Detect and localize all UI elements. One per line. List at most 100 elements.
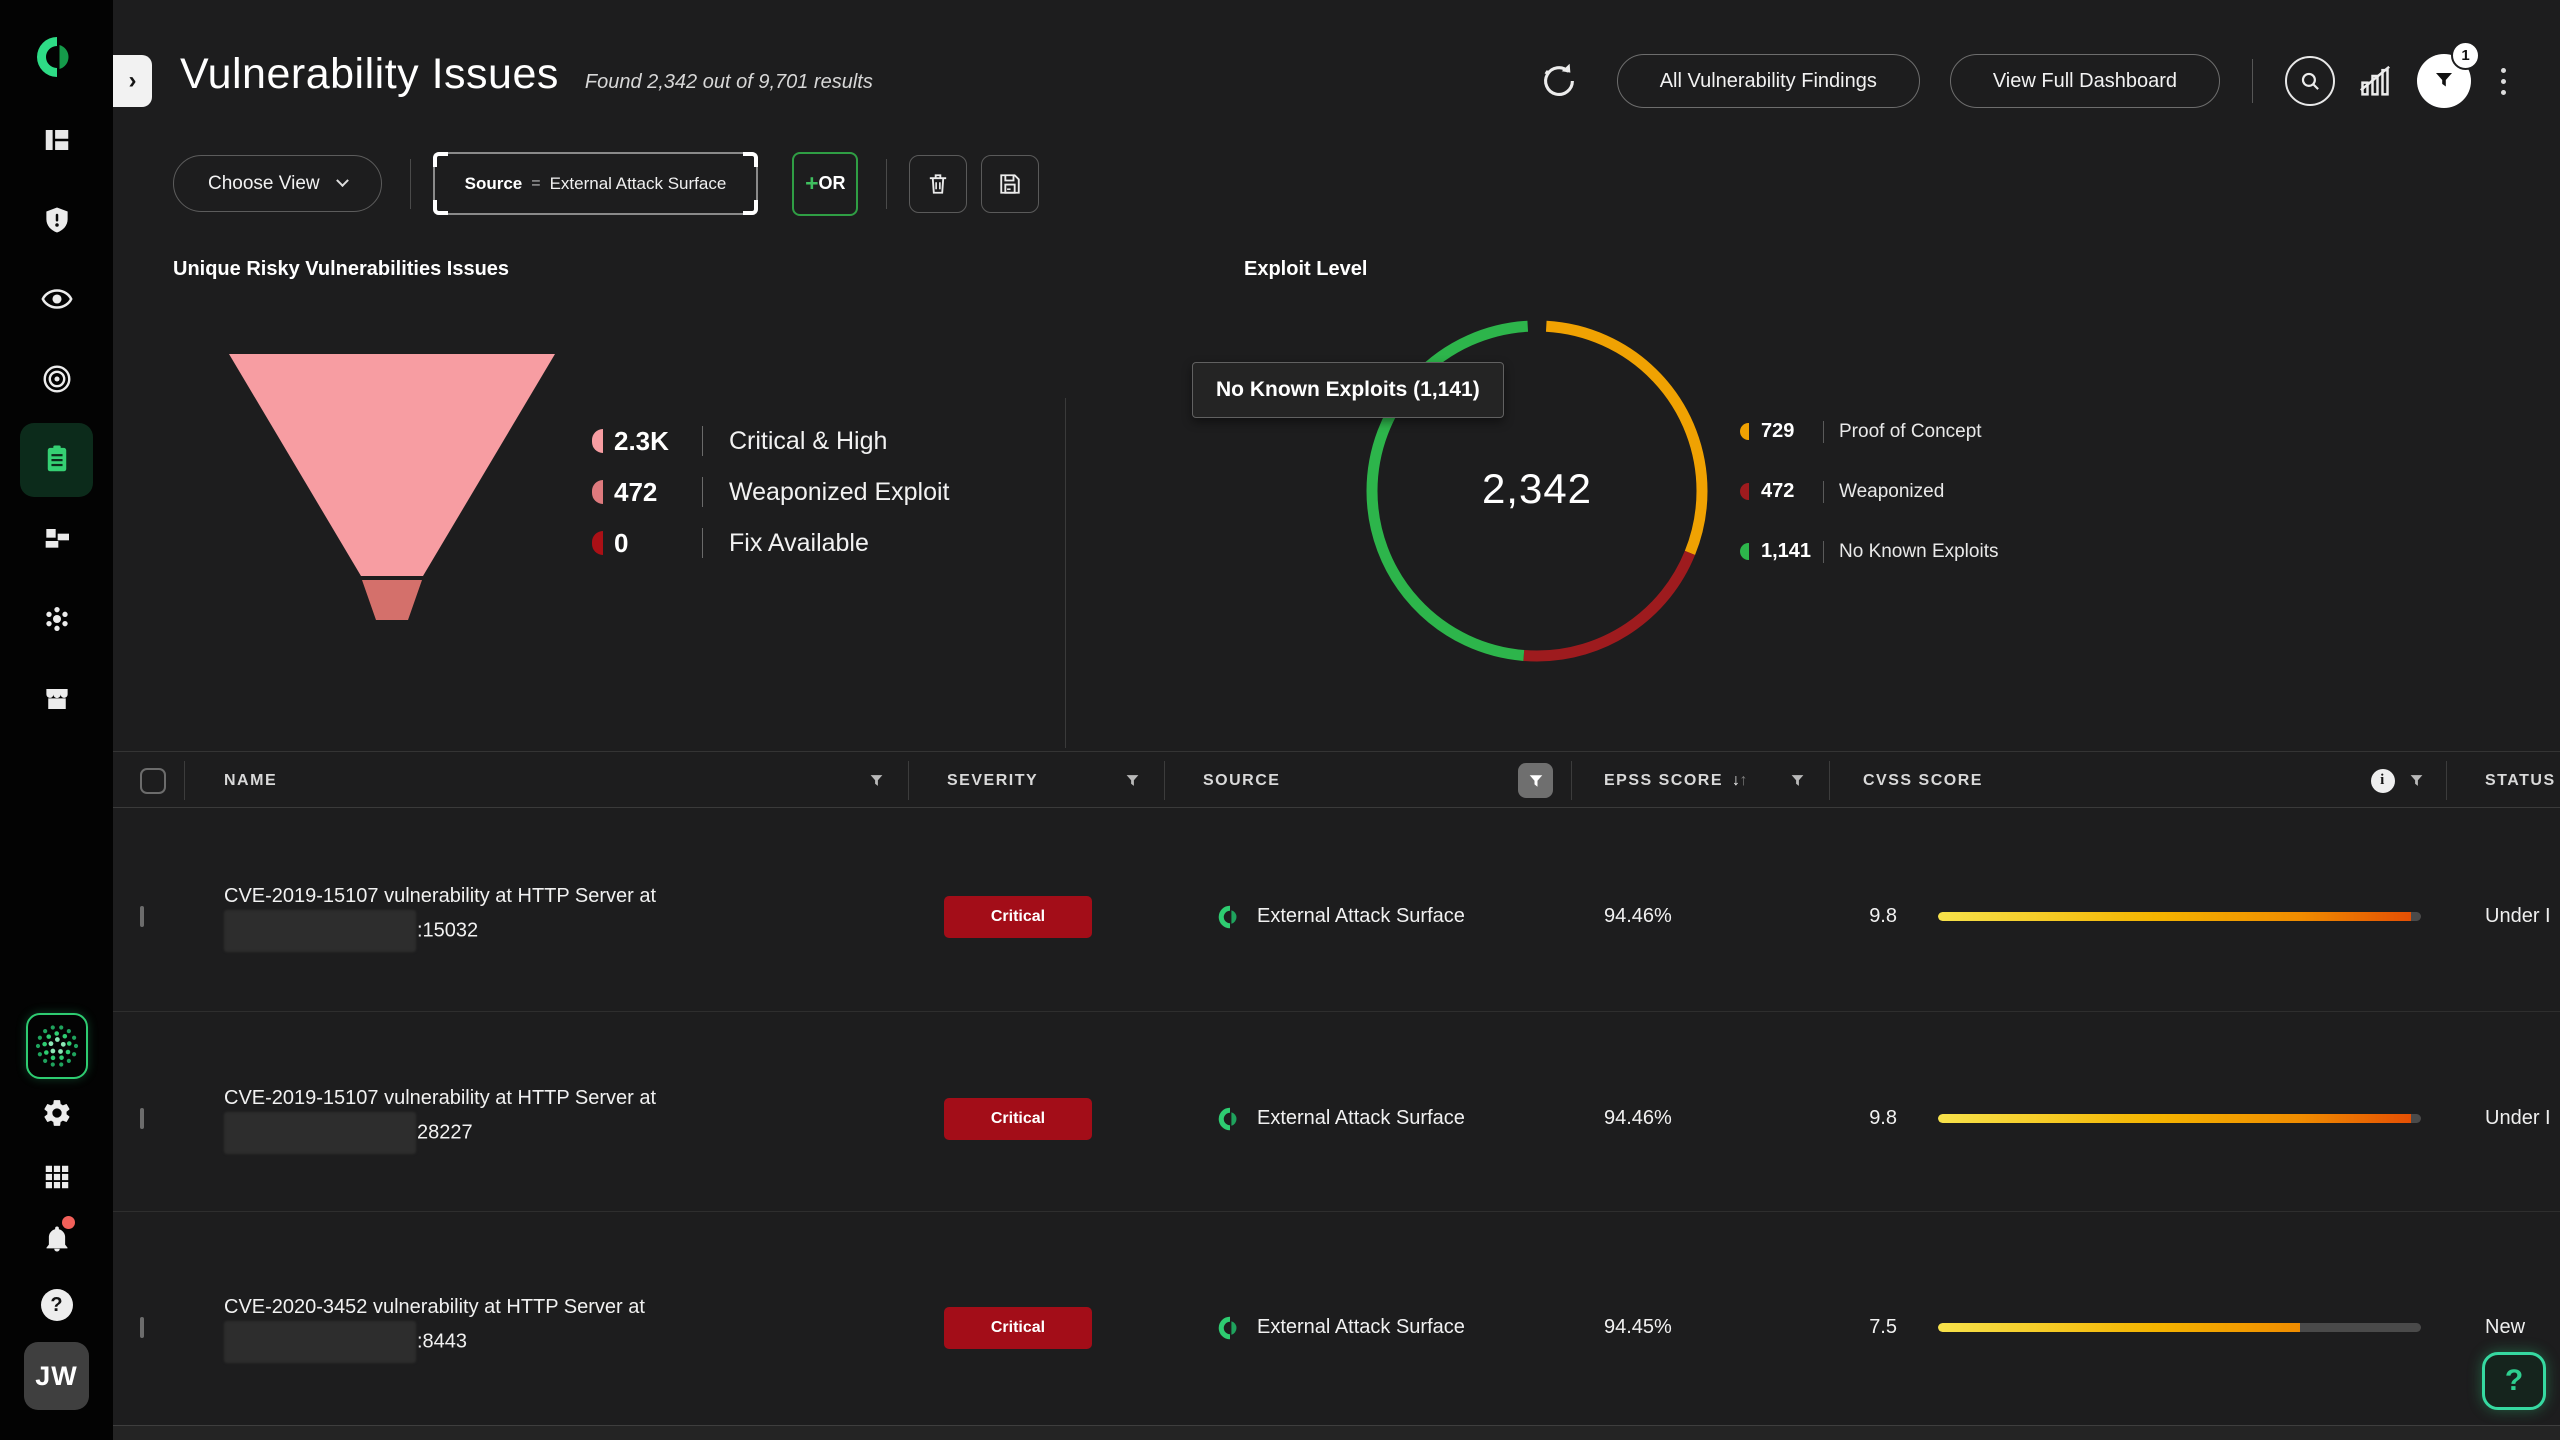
- page-header: Vulnerability Issues Found 2,342 out of …: [180, 50, 873, 99]
- analytics-button[interactable]: [2355, 61, 2395, 101]
- save-view-button[interactable]: [981, 155, 1039, 213]
- target-icon: [41, 363, 73, 395]
- chip-field: Source: [465, 174, 523, 194]
- vulnerability-name[interactable]: CVE-2019-15107 vulnerability at HTTP Ser…: [184, 882, 908, 952]
- add-or-condition-button[interactable]: +OR: [792, 152, 858, 216]
- filter-funnel-icon[interactable]: [2409, 773, 2424, 788]
- view-full-dashboard-button[interactable]: View Full Dashboard: [1950, 54, 2220, 108]
- cvss-score: 7.5: [1829, 1316, 1897, 1339]
- user-avatar[interactable]: JW: [24, 1342, 89, 1410]
- column-header-severity[interactable]: SEVERITY: [908, 752, 1164, 809]
- epss-score: 94.45%: [1571, 1316, 1829, 1339]
- sidebar-item-help[interactable]: ?: [0, 1278, 113, 1332]
- table-row[interactable]: CVE-2019-15107 vulnerability at HTTP Ser…: [113, 808, 2560, 1012]
- shield-alert-icon: [42, 205, 72, 235]
- sidebar-item-notifications[interactable]: [0, 1212, 113, 1266]
- filter-bar-divider: [410, 159, 411, 209]
- sidebar-item-apps[interactable]: [0, 1150, 113, 1204]
- sidebar-item-visibility[interactable]: [0, 272, 113, 326]
- legend-item: 0 Fix Available: [592, 526, 950, 560]
- funnel-segment-top: [229, 354, 555, 576]
- vulnerability-name[interactable]: CVE-2019-15107 vulnerability at HTTP Ser…: [184, 1084, 908, 1154]
- chip-value: External Attack Surface: [550, 174, 727, 194]
- legend-marker: [1740, 483, 1749, 500]
- filter-funnel-icon[interactable]: [1790, 773, 1805, 788]
- vulnerability-name[interactable]: CVE-2020-3452 vulnerability at HTTP Serv…: [184, 1293, 908, 1363]
- chip-operator: =: [531, 175, 540, 193]
- gear-icon: [41, 1097, 73, 1129]
- row-checkbox[interactable]: [140, 1108, 144, 1129]
- cvss-score: 9.8: [1829, 905, 1897, 928]
- filter-funnel-icon[interactable]: [869, 773, 884, 788]
- refresh-button[interactable]: [1537, 59, 1581, 103]
- bottom-scrollbar-track[interactable]: [113, 1425, 2560, 1440]
- plus-icon: +: [805, 170, 818, 197]
- redacted-host: [224, 910, 416, 952]
- sidebar-item-dashboard[interactable]: [0, 113, 113, 167]
- chevron-down-icon: [336, 174, 349, 187]
- select-all-cell: [113, 752, 184, 809]
- filter-funnel-icon[interactable]: [1125, 773, 1140, 788]
- brand-logo[interactable]: [0, 30, 113, 84]
- save-icon: [996, 170, 1024, 198]
- sidebar-item-scan[interactable]: [26, 1013, 88, 1079]
- refresh-icon: [1537, 59, 1581, 103]
- help-widget-button[interactable]: ?: [2482, 1352, 2546, 1410]
- status-label: Under I: [2446, 1107, 2560, 1130]
- sidebar-item-assets[interactable]: [0, 512, 113, 566]
- cvss-score: 9.8: [1829, 1107, 1897, 1130]
- column-header-epss[interactable]: EPSS SCORE ↓ ↑: [1571, 752, 1829, 809]
- row-checkbox[interactable]: [140, 1317, 144, 1338]
- row-checkbox[interactable]: [140, 906, 144, 927]
- sidebar-item-focus[interactable]: [0, 352, 113, 406]
- sidebar-item-settings[interactable]: [0, 1086, 113, 1140]
- status-label: New: [2446, 1316, 2560, 1339]
- sidebar-item-integrations[interactable]: [0, 592, 113, 646]
- status-label: Under I: [2446, 905, 2560, 928]
- exploit-level-title: Exploit Level: [1244, 258, 1367, 281]
- active-filter-button[interactable]: [1518, 763, 1553, 798]
- source-label: External Attack Surface: [1257, 1107, 1465, 1130]
- legend-item: 729 Proof of Concept: [1740, 418, 1998, 445]
- legend-marker: [592, 531, 603, 555]
- sidebar-item-risk[interactable]: [0, 193, 113, 247]
- column-header-cvss[interactable]: CVSS SCORE i: [1829, 752, 2446, 809]
- sort-indicator[interactable]: ↓ ↑: [1732, 772, 1749, 790]
- network-nodes-icon: [41, 603, 73, 635]
- column-header-source[interactable]: SOURCE: [1164, 752, 1571, 809]
- funnel-segment-bottom: [362, 580, 422, 620]
- filters-button[interactable]: 1: [2417, 54, 2471, 108]
- sidebar-item-marketplace[interactable]: [0, 672, 113, 726]
- all-vulnerability-findings-button[interactable]: All Vulnerability Findings: [1617, 54, 1920, 108]
- filter-icon: [2432, 69, 2456, 93]
- more-menu-button[interactable]: [2497, 64, 2510, 99]
- legend-marker: [1740, 423, 1749, 440]
- info-icon[interactable]: i: [2371, 769, 2395, 793]
- filter-chip-source[interactable]: Source = External Attack Surface: [433, 152, 759, 215]
- external-attack-surface-icon: [1217, 904, 1243, 930]
- legend-marker: [592, 429, 603, 453]
- severity-badge: Critical: [944, 1098, 1092, 1140]
- chart-tooltip: No Known Exploits (1,141): [1192, 362, 1504, 418]
- table-row[interactable]: CVE-2019-15107 vulnerability at HTTP Ser…: [113, 1012, 2560, 1212]
- sidebar-item-vulnerabilities-active[interactable]: [0, 432, 113, 486]
- source-label: External Attack Surface: [1257, 905, 1465, 928]
- donut-legend: 729 Proof of Concept 472 Weaponized 1,14…: [1740, 418, 1998, 598]
- question-mark-icon: ?: [2505, 1364, 2523, 1398]
- choose-view-label: Choose View: [208, 173, 320, 195]
- external-attack-surface-icon: [1217, 1315, 1243, 1341]
- kebab-menu-icon: [2501, 68, 2506, 73]
- column-header-status[interactable]: STATUS: [2446, 752, 2560, 809]
- sidebar-expand-button[interactable]: ›: [113, 55, 152, 107]
- choose-view-dropdown[interactable]: Choose View: [173, 155, 382, 212]
- external-attack-surface-icon: [1217, 1106, 1243, 1132]
- select-all-checkbox[interactable]: [140, 768, 166, 794]
- delete-filter-button[interactable]: [909, 155, 967, 213]
- table-body: CVE-2019-15107 vulnerability at HTTP Ser…: [113, 808, 2560, 1425]
- legend-item: 472 Weaponized Exploit: [592, 475, 950, 509]
- search-button[interactable]: [2285, 56, 2335, 106]
- column-header-name[interactable]: NAME: [184, 752, 908, 809]
- legend-marker: [592, 480, 603, 504]
- cvss-bar: [1938, 1323, 2421, 1332]
- table-row[interactable]: CVE-2020-3452 vulnerability at HTTP Serv…: [113, 1212, 2560, 1425]
